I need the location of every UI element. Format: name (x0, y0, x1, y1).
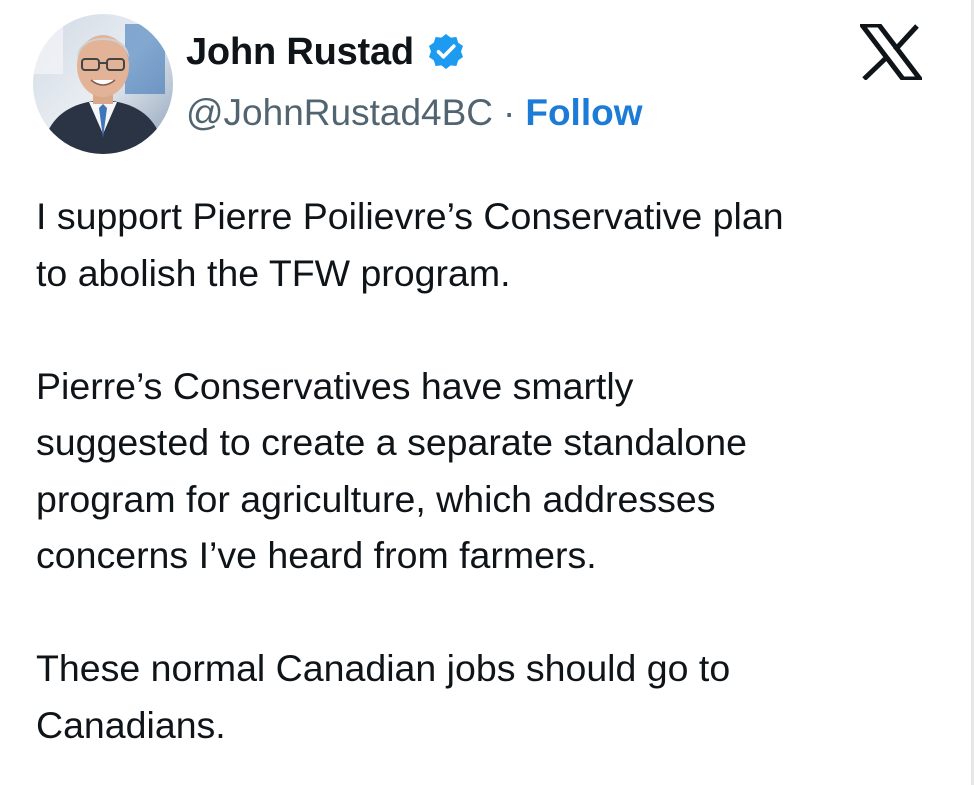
x-logo-icon[interactable] (856, 22, 926, 82)
tweet-card: John Rustad @JohnRustad4BC · Follow I supp… (0, 0, 974, 785)
tweet-body: I support Pierre Poilievre’s Conservativ… (36, 188, 936, 753)
handle-separator: · (503, 92, 516, 133)
author-handle-row: @JohnRustad4BC · Follow (186, 90, 643, 136)
author-handle[interactable]: @JohnRustad4BC (186, 92, 493, 133)
tweet-paragraph: These normal Canadian jobs should go to … (36, 647, 731, 746)
follow-button[interactable]: Follow (525, 92, 642, 133)
author-avatar[interactable] (33, 14, 173, 154)
tweet-paragraph: Pierre’s Conservatives have smartly sugg… (36, 364, 747, 577)
author-name-text: John Rustad (186, 31, 414, 73)
author-display-name[interactable]: John Rustad (186, 28, 466, 76)
verified-badge-icon (426, 32, 466, 72)
tweet-paragraph: I support Pierre Poilievre’s Conservativ… (36, 195, 784, 294)
